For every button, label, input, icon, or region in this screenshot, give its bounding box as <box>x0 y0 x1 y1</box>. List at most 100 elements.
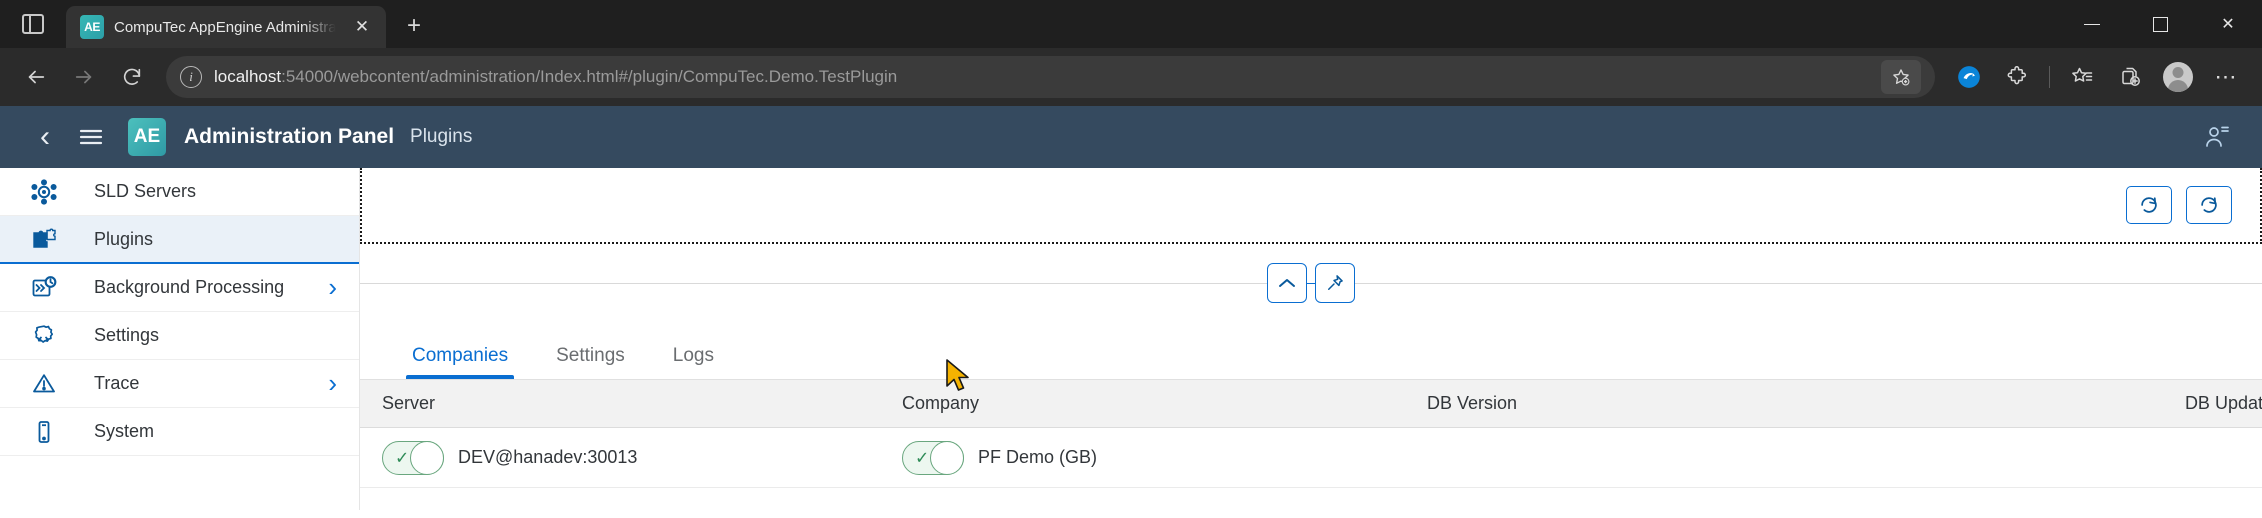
user-settings-button[interactable] <box>2194 114 2240 160</box>
plugins-puzzle-icon <box>24 226 64 252</box>
column-header-server[interactable]: Server <box>360 393 880 414</box>
table-row[interactable]: ✓ DEV@hanadev:30013 ✓ PF Demo (GB) <box>360 428 2262 488</box>
browser-essentials-button[interactable] <box>1947 57 1991 97</box>
extensions-puzzle-icon <box>2007 65 2027 85</box>
check-icon: ✓ <box>395 448 410 467</box>
sidebar-item-sld-servers[interactable]: SLD Servers <box>0 168 359 216</box>
sidebar: SLD Servers Plugins Background Processin… <box>0 168 360 510</box>
reload-button[interactable] <box>110 57 154 97</box>
site-info-icon[interactable]: i <box>180 66 202 88</box>
plugin-detail-panel <box>360 168 2262 244</box>
sidebar-item-label: System <box>94 421 155 441</box>
settings-and-more-button[interactable]: ⋯ <box>2204 57 2248 97</box>
column-header-company[interactable]: Company <box>880 393 1405 414</box>
browser-essentials-icon <box>1958 66 1980 88</box>
settings-gear-code-icon <box>24 323 64 349</box>
column-header-db-update[interactable]: DB Update <box>1965 393 2262 414</box>
tab-label: Logs <box>672 345 714 366</box>
add-favorite-button[interactable] <box>1881 60 1921 94</box>
address-bar[interactable]: i localhost:54000/webcontent/administrat… <box>166 56 1935 98</box>
hamburger-menu-icon <box>79 129 103 145</box>
cell-company: ✓ PF Demo (GB) <box>880 440 1405 475</box>
add-favorite-star-icon <box>1893 69 1910 86</box>
chevron-up-icon <box>1279 279 1295 287</box>
collections-icon <box>2122 67 2140 86</box>
toggle-knob <box>410 440 444 475</box>
company-value: PF Demo (GB) <box>978 447 1098 467</box>
browser-toolbar: i localhost:54000/webcontent/administrat… <box>0 48 2262 106</box>
sidebar-item-system[interactable]: System <box>0 408 359 456</box>
background-processing-glyph <box>32 275 57 296</box>
tab-settings[interactable]: Settings <box>532 345 649 379</box>
refresh-button-1[interactable] <box>2126 186 2172 224</box>
window-minimize-button[interactable] <box>2058 0 2126 48</box>
maximize-icon <box>2152 16 2168 32</box>
sidebar-item-plugins[interactable]: Plugins <box>0 216 359 264</box>
plugins-puzzle-glyph <box>33 228 56 248</box>
tab-logs[interactable]: Logs <box>649 345 738 379</box>
window-close-button[interactable]: ✕ <box>2194 0 2262 48</box>
tab-label: Settings <box>556 345 625 366</box>
url-host: localhost <box>214 67 282 86</box>
address-bar-url: localhost:54000/webcontent/administratio… <box>214 67 1869 87</box>
collections-button[interactable] <box>2108 57 2152 97</box>
pin-icon <box>1328 275 1343 290</box>
toolbar-separator <box>2049 66 2050 88</box>
background-processing-icon <box>24 275 64 301</box>
app-header: ‹ AE Administration Panel Plugins <box>0 106 2262 168</box>
refresh-icon <box>2201 197 2217 213</box>
trace-warning-glyph <box>33 373 55 392</box>
profile-avatar-icon <box>2163 62 2193 92</box>
back-button[interactable] <box>14 57 58 97</box>
forward-button[interactable] <box>62 57 106 97</box>
collapse-panel-button[interactable] <box>1267 263 1307 303</box>
server-value: DEV@hanadev:30013 <box>458 447 638 467</box>
window-maximize-button[interactable] <box>2126 0 2194 48</box>
app-back-button[interactable]: ‹ <box>22 114 68 160</box>
company-toggle[interactable]: ✓ <box>902 440 964 475</box>
browser-tab[interactable]: AE CompuTec AppEngine Administra ✕ <box>66 6 386 48</box>
extensions-button[interactable] <box>1995 57 2039 97</box>
server-toggle[interactable]: ✓ <box>382 440 444 475</box>
user-settings-icon <box>2206 126 2229 147</box>
tab-favicon-ae: AE <box>80 15 104 39</box>
sidebar-item-background-processing[interactable]: Background Processing › <box>0 264 359 312</box>
system-device-glyph <box>38 420 50 443</box>
minimize-icon <box>2084 23 2100 25</box>
chevron-right-icon: › <box>328 272 337 303</box>
cell-server: ✓ DEV@hanadev:30013 <box>360 440 880 475</box>
sidebar-item-settings[interactable]: Settings <box>0 312 359 360</box>
favorites-button[interactable] <box>2060 57 2104 97</box>
table-header-row: Server Company DB Version DB Update Acti… <box>360 380 2262 428</box>
tab-search-icon <box>22 14 44 34</box>
sidebar-item-label: Plugins <box>94 228 154 249</box>
app-logo-ae: AE <box>128 118 166 156</box>
settings-gear-glyph <box>34 324 54 343</box>
sidebar-item-trace[interactable]: Trace › <box>0 360 359 408</box>
sidebar-item-label: Background Processing <box>94 277 285 297</box>
system-device-icon <box>24 419 64 445</box>
tab-search-button[interactable] <box>0 0 66 48</box>
refresh-icon <box>2141 197 2157 213</box>
url-path: :54000/webcontent/administration/Index.h… <box>281 67 898 86</box>
sld-servers-icon <box>24 178 64 205</box>
app-body: SLD Servers Plugins Background Processin… <box>0 168 2262 510</box>
sidebar-item-label: SLD Servers <box>94 181 197 201</box>
column-header-db-version[interactable]: DB Version <box>1405 393 1965 414</box>
check-icon: ✓ <box>915 448 930 467</box>
tab-close-icon[interactable]: ✕ <box>348 13 376 41</box>
new-tab-button[interactable]: + <box>394 6 434 46</box>
trace-warning-icon <box>24 371 64 397</box>
chevron-right-icon: › <box>328 368 337 399</box>
favorites-star-list-icon <box>2072 67 2093 82</box>
tab-companies[interactable]: Companies <box>388 345 532 379</box>
profile-button[interactable] <box>2156 57 2200 97</box>
main-content: Companies Settings Logs Server Company D… <box>360 168 2262 510</box>
panel-splitter <box>360 244 2262 322</box>
refresh-button-2[interactable] <box>2186 186 2232 224</box>
tab-title: CompuTec AppEngine Administra <box>114 18 337 36</box>
toggle-knob <box>930 440 964 475</box>
app-breadcrumb: Plugins <box>410 126 473 147</box>
app-menu-button[interactable] <box>68 114 114 160</box>
pin-panel-button[interactable] <box>1315 263 1355 303</box>
